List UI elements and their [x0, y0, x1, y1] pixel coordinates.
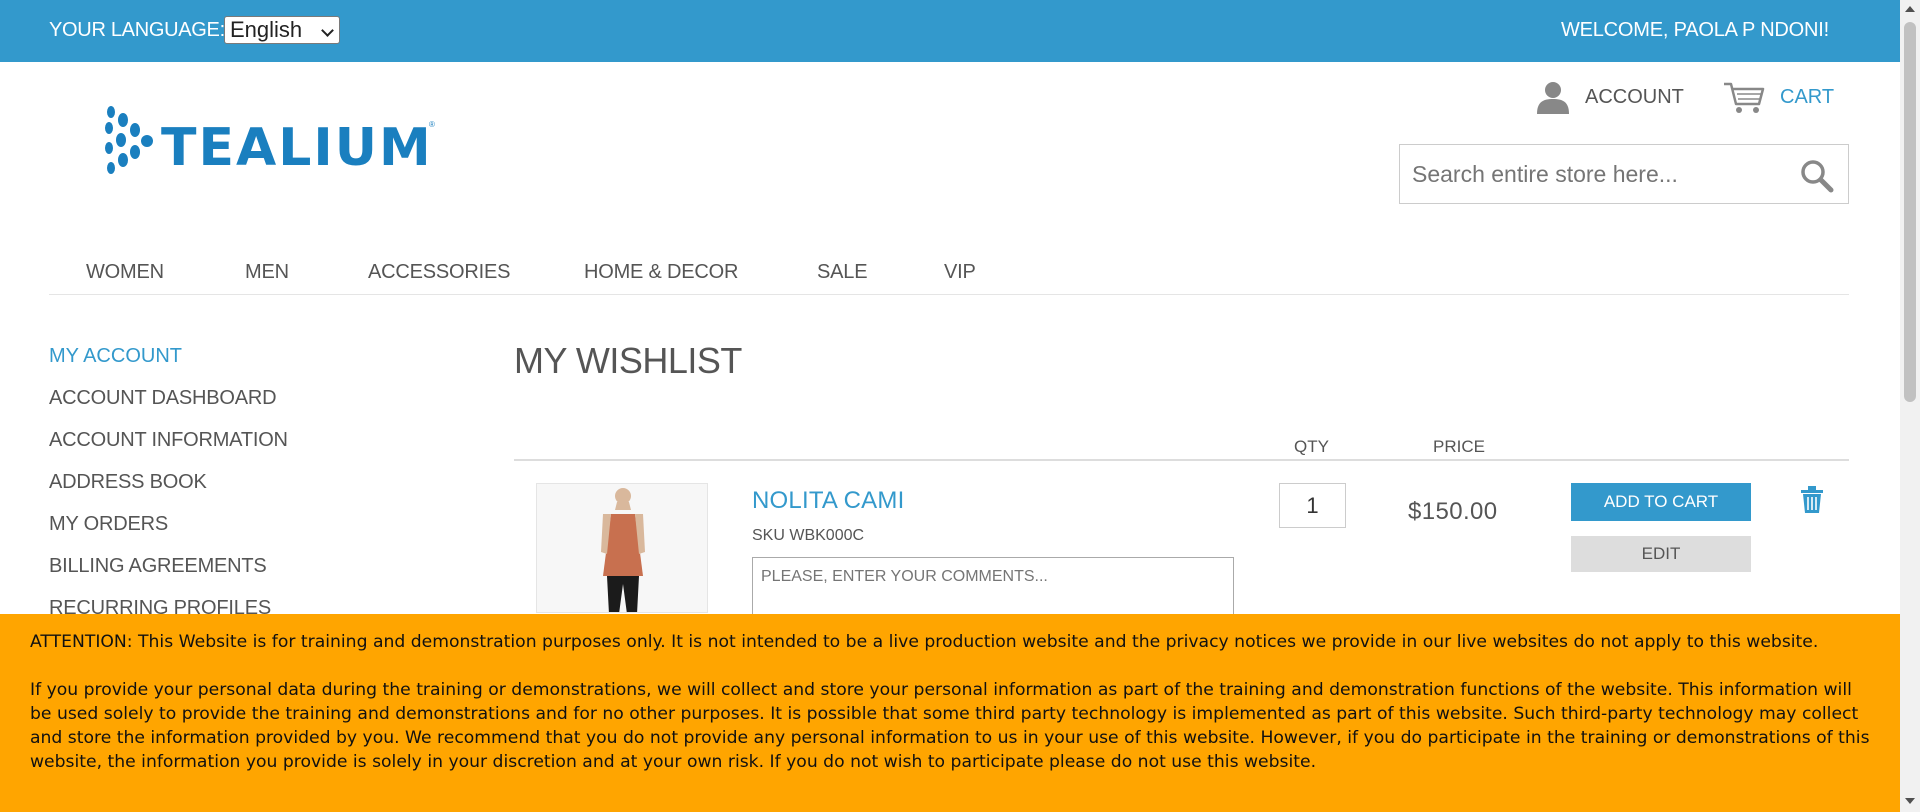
product-price: $150.00: [1408, 498, 1498, 525]
product-name-link[interactable]: NOLITA CAMI: [752, 487, 904, 515]
cart-link[interactable]: CART: [1722, 80, 1834, 114]
main-nav: WOMEN MEN ACCESSORIES HOME & DECOR SALE …: [49, 252, 1849, 295]
welcome-message: WELCOME, PAOLA P NDONI!: [1560, 19, 1829, 41]
product-image[interactable]: [536, 483, 708, 613]
banner-paragraph-2: If you provide your personal data during…: [30, 680, 1870, 772]
logo-trademark: ®: [429, 120, 435, 129]
scroll-up-arrow-icon[interactable]: [1905, 6, 1915, 12]
cart-icon: [1724, 82, 1765, 113]
attention-banner: ATTENTION: This Website is for training …: [0, 614, 1900, 812]
nav-item-men[interactable]: MEN: [245, 261, 289, 284]
nav-item-sale[interactable]: SALE: [817, 261, 868, 284]
trash-icon[interactable]: [1800, 486, 1824, 514]
nav-item-accessories[interactable]: ACCESSORIES: [368, 261, 510, 284]
search-input[interactable]: [1412, 145, 1792, 203]
sidebar-item-account-information[interactable]: ACCOUNT INFORMATION: [49, 429, 288, 452]
edit-button[interactable]: EDIT: [1571, 536, 1751, 572]
quantity-input[interactable]: 1: [1279, 483, 1346, 528]
sidebar-item-account-dashboard[interactable]: ACCOUNT DASHBOARD: [49, 387, 277, 410]
table-divider: [514, 459, 1849, 461]
logo-dots-icon: [105, 106, 153, 174]
language-select[interactable]: English: [224, 16, 340, 44]
sidebar-item-address-book[interactable]: ADDRESS BOOK: [49, 471, 207, 494]
add-to-cart-button[interactable]: ADD TO CART: [1571, 483, 1751, 521]
scroll-down-arrow-icon[interactable]: [1905, 798, 1915, 804]
language-label: YOUR LANGUAGE:: [49, 19, 225, 41]
nav-item-home-decor[interactable]: HOME & DECOR: [584, 261, 738, 284]
sidebar-item-my-orders[interactable]: MY ORDERS: [49, 513, 168, 536]
search-icon[interactable]: [1800, 159, 1834, 193]
logo-text: TEALIUM: [161, 118, 433, 178]
product-photo: [537, 484, 707, 612]
page-title: MY WISHLIST: [514, 340, 742, 381]
nav-item-women[interactable]: WOMEN: [86, 261, 164, 284]
product-sku: SKU WBK000C: [752, 527, 865, 544]
account-label: ACCOUNT: [1585, 85, 1684, 108]
banner-paragraph-1: ATTENTION: This Website is for training …: [30, 632, 1819, 652]
sidebar-item-billing-agreements[interactable]: BILLING AGREEMENTS: [49, 555, 267, 578]
site-logo[interactable]: TEALIUM ®: [101, 102, 441, 182]
search-box: [1399, 144, 1849, 204]
column-header-price: PRICE: [1433, 437, 1485, 456]
column-header-qty: QTY: [1294, 437, 1329, 456]
sidebar-title[interactable]: MY ACCOUNT: [49, 345, 182, 368]
nav-item-vip[interactable]: VIP: [944, 261, 976, 284]
page-scrollbar[interactable]: [1900, 0, 1920, 812]
cart-label: CART: [1780, 85, 1835, 108]
scroll-thumb[interactable]: [1904, 22, 1916, 402]
top-bar: YOUR LANGUAGE: English WELCOME, PAOLA P …: [0, 0, 1900, 62]
language-selected-value: English: [230, 17, 303, 42]
chevron-down-icon: [321, 24, 334, 37]
account-link[interactable]: ACCOUNT: [1535, 80, 1684, 114]
user-icon: [1537, 82, 1569, 114]
